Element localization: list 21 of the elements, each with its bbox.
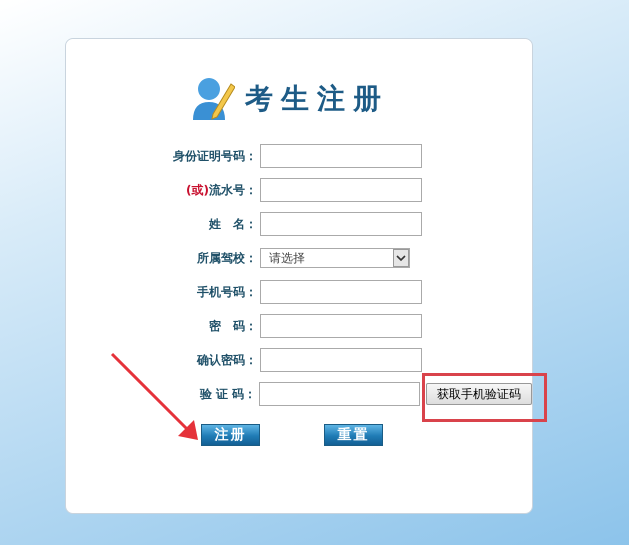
user-edit-icon [191, 76, 235, 122]
input-field[interactable] [260, 314, 422, 338]
input-field[interactable] [260, 280, 422, 304]
input-field[interactable] [260, 212, 422, 236]
field-label: 验 证 码： [198, 386, 258, 403]
field-label: (或)流水号： [185, 182, 258, 199]
page-title: 考生注册 [245, 81, 389, 117]
field-label: 姓 名： [208, 216, 258, 233]
field-label: 所属驾校： [196, 250, 258, 267]
get-code-button[interactable]: 获取手机验证码 [426, 383, 532, 405]
form-button[interactable]: 注册 [201, 424, 260, 446]
dropdown[interactable]: 请选择 [260, 248, 410, 268]
field-label: 身份证明号码： [172, 148, 258, 165]
form-button[interactable]: 重置 [324, 424, 383, 446]
input-field[interactable] [259, 382, 420, 406]
field-label: 确认密码： [196, 352, 258, 369]
input-field[interactable] [260, 178, 422, 202]
field-label: 手机号码： [196, 284, 258, 301]
input-field[interactable] [260, 144, 422, 168]
field-label: 密 码： [208, 318, 258, 335]
input-field[interactable] [260, 348, 422, 372]
